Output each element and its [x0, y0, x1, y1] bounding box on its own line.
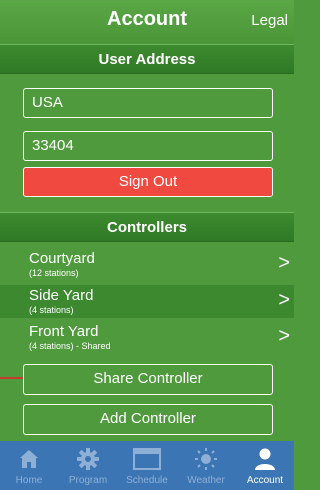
- page-title: Account: [107, 8, 187, 30]
- tab-schedule[interactable]: Schedule: [118, 441, 176, 490]
- sign-out-button[interactable]: Sign Out: [23, 167, 273, 197]
- schedule-icon: [118, 447, 176, 471]
- controller-row-front-yard[interactable]: Front Yard (4 stations) - Shared >: [0, 321, 294, 354]
- legal-link[interactable]: Legal: [251, 12, 288, 29]
- user-address-header: User Address: [0, 44, 294, 74]
- tab-label: Home: [15, 475, 43, 486]
- chevron-right-icon: >: [278, 252, 290, 274]
- tab-label: Program: [68, 475, 108, 486]
- controller-detail: (12 stations): [29, 268, 79, 278]
- chevron-right-icon: >: [278, 325, 290, 347]
- controller-detail: (4 stations) - Shared: [29, 341, 111, 351]
- controllers-header: Controllers: [0, 212, 294, 242]
- controller-name: Side Yard: [29, 287, 94, 304]
- person-icon: [236, 447, 294, 471]
- controller-name: Front Yard: [29, 323, 99, 340]
- sun-icon: [177, 447, 235, 471]
- country-field[interactable]: USA: [23, 88, 273, 118]
- tab-label: Account: [246, 475, 284, 486]
- controller-row-courtyard[interactable]: Courtyard (12 stations) >: [0, 248, 294, 281]
- tab-label: Weather: [187, 475, 225, 486]
- share-controller-button[interactable]: Share Controller: [23, 364, 273, 395]
- tab-weather[interactable]: Weather: [177, 441, 235, 490]
- zip-field[interactable]: 33404: [23, 131, 273, 161]
- controller-detail: (4 stations): [29, 305, 74, 315]
- tab-label: Schedule: [126, 475, 168, 486]
- tab-program[interactable]: Program: [59, 441, 117, 490]
- controller-row-side-yard[interactable]: Side Yard (4 stations) >: [0, 285, 294, 318]
- tab-account[interactable]: Account: [236, 441, 294, 490]
- tab-bar: Home Program Schedule Weather Account: [0, 441, 294, 490]
- tab-home[interactable]: Home: [0, 441, 58, 490]
- chevron-right-icon: >: [278, 289, 290, 311]
- header: Account Legal: [0, 0, 294, 44]
- home-icon: [0, 447, 58, 471]
- gear-icon: [59, 447, 117, 471]
- controller-name: Courtyard: [29, 250, 95, 267]
- add-controller-button[interactable]: Add Controller: [23, 404, 273, 435]
